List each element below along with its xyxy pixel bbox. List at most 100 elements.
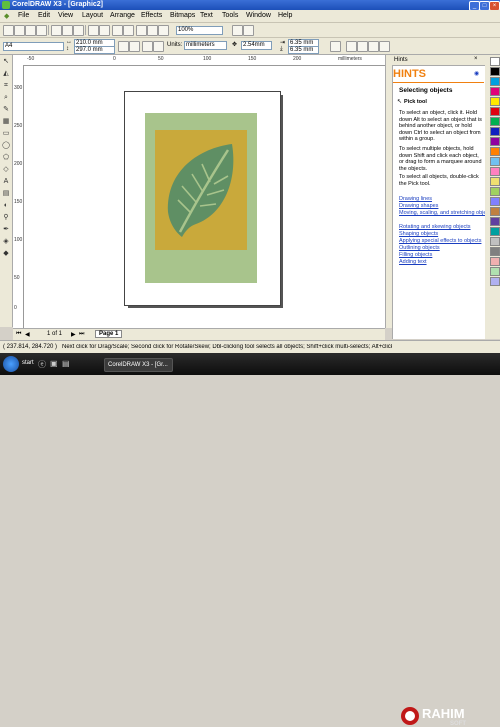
palette-swatch[interactable] [490, 197, 500, 206]
corel-online-icon[interactable] [147, 25, 158, 36]
palette-swatch[interactable] [490, 217, 500, 226]
basic-shapes-tool-icon[interactable]: ◇ [2, 166, 10, 174]
menu-text[interactable]: Text [200, 12, 213, 19]
hint-link[interactable]: Filling objects [399, 252, 432, 258]
snap-to-guidelines-icon[interactable] [357, 41, 368, 52]
palette-swatch[interactable] [490, 157, 500, 166]
fill-tool-icon[interactable]: ◈ [2, 238, 10, 246]
snap-to-objects-icon[interactable] [368, 41, 379, 52]
portrait-icon[interactable] [118, 41, 129, 52]
start-orb[interactable] [3, 356, 19, 372]
interactive-blend-tool-icon[interactable]: ◐ [2, 202, 10, 210]
paste-icon[interactable] [73, 25, 84, 36]
eyedropper-tool-icon[interactable]: ⚲ [2, 214, 10, 222]
hint-link[interactable]: Drawing shapes [399, 203, 438, 209]
palette-swatch[interactable] [490, 67, 500, 76]
text-tool-icon[interactable]: A [2, 178, 10, 186]
first-page-icon[interactable]: ⏮ [16, 331, 21, 338]
outline-tool-icon[interactable]: ✒ [2, 226, 10, 234]
save-icon[interactable] [25, 25, 36, 36]
menu-bitmaps[interactable]: Bitmaps [170, 12, 195, 19]
quicklaunch-ie-icon[interactable]: ⓔ [38, 359, 46, 370]
palette-swatch[interactable] [490, 127, 500, 136]
undo-icon[interactable] [88, 25, 99, 36]
palette-swatch[interactable] [490, 97, 500, 106]
smart-fill-tool-icon[interactable]: ▦ [2, 118, 10, 126]
dynamic-guides-icon[interactable] [379, 41, 390, 52]
snap-to-grid-icon[interactable] [346, 41, 357, 52]
pick-tool-icon[interactable]: ↖ [2, 58, 10, 66]
current-page-icon[interactable] [153, 41, 164, 52]
polygon-tool-icon[interactable]: ⬠ [2, 154, 10, 162]
prev-page-icon[interactable]: ◀ [25, 331, 30, 338]
open-icon[interactable] [14, 25, 25, 36]
menu-file[interactable]: File [18, 12, 29, 19]
menu-arrange[interactable]: Arrange [110, 12, 135, 19]
leaf-graphic[interactable] [160, 140, 242, 240]
quicklaunch-folder-icon[interactable]: ▤ [62, 359, 70, 368]
palette-swatch[interactable] [490, 177, 500, 186]
paper-size-dropdown[interactable]: A4 [3, 42, 64, 51]
hint-link[interactable]: Outlining objects [399, 245, 440, 251]
menu-view[interactable]: View [58, 12, 73, 19]
export-icon[interactable] [123, 25, 134, 36]
palette-swatch[interactable] [490, 117, 500, 126]
palette-swatch[interactable] [490, 207, 500, 216]
menu-edit[interactable]: Edit [38, 12, 50, 19]
duplicate-y-field[interactable]: 6.35 mm [288, 46, 319, 54]
redo-icon[interactable] [99, 25, 110, 36]
freehand-tool-icon[interactable]: ✎ [2, 106, 10, 114]
hint-link[interactable]: Applying special effects to objects [399, 238, 481, 244]
all-pages-icon[interactable] [142, 41, 153, 52]
shape-tool-icon[interactable]: ◭ [2, 70, 10, 78]
palette-swatch[interactable] [490, 267, 500, 276]
zoom-dropdown[interactable]: 100% [176, 26, 223, 35]
palette-swatch[interactable] [490, 147, 500, 156]
zoom-tool-icon[interactable]: ⌕ [2, 94, 10, 102]
treat-as-filled-icon[interactable] [330, 41, 341, 52]
options-icon[interactable] [243, 25, 254, 36]
hint-link[interactable]: Adding text [399, 259, 427, 265]
palette-swatch[interactable] [490, 277, 500, 286]
import-icon[interactable] [112, 25, 123, 36]
menu-effects[interactable]: Effects [141, 12, 162, 19]
hint-link[interactable]: Moving, scaling, and stretching objects [399, 210, 493, 216]
page-height-field[interactable]: 297.0 mm [74, 46, 115, 54]
menu-window[interactable]: Window [246, 12, 271, 19]
palette-swatch[interactable] [490, 237, 500, 246]
palette-swatch[interactable] [490, 257, 500, 266]
docker-close-icon[interactable]: × [474, 56, 478, 62]
hints-options-icon[interactable]: ◉ [474, 70, 479, 77]
next-page-icon[interactable]: ▶ [71, 331, 76, 338]
app-launcher-icon[interactable] [136, 25, 147, 36]
horizontal-scrollbar[interactable] [313, 328, 385, 340]
document-menu-icon[interactable]: ◆ [4, 12, 9, 20]
print-icon[interactable] [36, 25, 47, 36]
taskbar-coreldraw-button[interactable]: CorelDRAW X3 - [Gr... [104, 358, 173, 372]
rectangle-tool-icon[interactable]: ▭ [2, 130, 10, 138]
tab-page-1[interactable]: Page 1 [95, 330, 123, 338]
palette-swatch[interactable] [490, 227, 500, 236]
vertical-ruler[interactable]: 300 250 200 150 100 50 0 [13, 65, 24, 328]
new-icon[interactable] [3, 25, 14, 36]
ellipse-tool-icon[interactable]: ◯ [2, 142, 10, 150]
palette-swatch[interactable] [490, 87, 500, 96]
hint-link[interactable]: Shaping objects [399, 231, 438, 237]
landscape-icon[interactable] [129, 41, 140, 52]
hint-link[interactable]: Rotating and skewing objects [399, 224, 471, 230]
last-page-icon[interactable]: ⏭ [79, 331, 84, 338]
table-tool-icon[interactable]: ▤ [2, 190, 10, 198]
palette-swatch[interactable] [490, 77, 500, 86]
welcome-icon[interactable] [158, 25, 169, 36]
units-dropdown[interactable]: millimeters [184, 41, 227, 50]
start-label[interactable]: start [22, 360, 34, 366]
menu-layout[interactable]: Layout [82, 12, 103, 19]
palette-swatch[interactable] [490, 167, 500, 176]
horizontal-ruler[interactable]: -50 0 50 100 150 200 millimeters [13, 55, 385, 66]
nudge-field[interactable]: 2.54mm [241, 41, 272, 50]
interactive-fill-tool-icon[interactable]: ◆ [2, 250, 10, 258]
crop-tool-icon[interactable]: ⌗ [2, 82, 10, 90]
palette-swatch[interactable] [490, 137, 500, 146]
quicklaunch-desktop-icon[interactable]: ▣ [50, 359, 58, 368]
snap-icon[interactable] [232, 25, 243, 36]
